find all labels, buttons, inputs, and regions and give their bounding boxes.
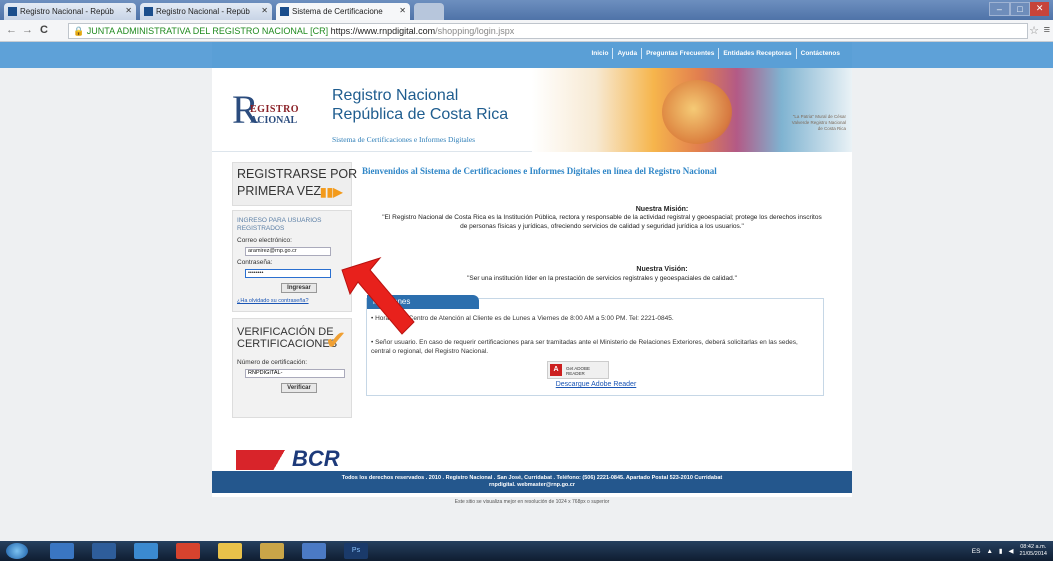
window-controls: – □ ✕ bbox=[989, 2, 1050, 16]
cert-number-field[interactable]: RNPDIGITAL- bbox=[245, 369, 345, 378]
ev-certificate-label: JUNTA ADMINISTRATIVA DEL REGISTRO NACION… bbox=[86, 26, 329, 36]
photoshop-icon[interactable]: Ps bbox=[344, 543, 368, 559]
nav-link-inicio[interactable]: Inicio bbox=[587, 48, 612, 59]
footer-email: rnpdigital. webmaster@rnp.go.cr bbox=[488, 482, 576, 488]
site-title: Registro Nacional bbox=[332, 87, 459, 104]
vision-text: "Ser una institución líder en la prestac… bbox=[467, 275, 737, 282]
email-field[interactable]: aramirez@rnp.go.cr bbox=[245, 247, 331, 256]
nav-link-preguntas[interactable]: Preguntas Frecuentes bbox=[641, 48, 718, 59]
tab-title: Sistema de Certificacione bbox=[292, 7, 383, 16]
bcr-logo-text: BCR bbox=[292, 446, 340, 471]
folder-icon[interactable] bbox=[218, 543, 242, 559]
bookmark-star-icon[interactable]: ☆ bbox=[1029, 24, 1039, 37]
browser-tab[interactable]: Registro Nacional - Repúb ✕ bbox=[4, 3, 136, 20]
tab-title: Registro Nacional - Repúb bbox=[156, 7, 250, 16]
photos-icon[interactable] bbox=[260, 543, 284, 559]
site-favicon-icon bbox=[144, 7, 153, 16]
site-subtitle: República de Costa Rica bbox=[332, 106, 509, 123]
foreign-ministry-notice: • Señor usuario. En caso de requerir cer… bbox=[371, 339, 798, 355]
forward-arrow-icon[interactable]: → bbox=[22, 24, 33, 36]
verification-panel: VERIFICACIÓN DE CERTIFICACIONES ✔ Número… bbox=[232, 318, 352, 418]
site-tagline: Sistema de Certificaciones e Informes Di… bbox=[332, 135, 476, 144]
verify-line1: VERIFICACIÓN DE bbox=[237, 326, 334, 338]
header-mural-image: "La Patria" Mural de César Valverde Regi… bbox=[532, 68, 852, 152]
clock[interactable]: 08:42 a.m. 21/05/2014 bbox=[1019, 544, 1047, 558]
cert-number-label: Número de certificación: bbox=[237, 359, 308, 366]
adobe-reader-link[interactable]: Descargue Adobe Reader bbox=[367, 381, 825, 388]
close-tab-icon[interactable]: ✕ bbox=[261, 6, 268, 15]
register-line1: REGISTRARSE POR bbox=[237, 167, 358, 181]
media-player-icon[interactable] bbox=[92, 543, 116, 559]
site-container: Inicio Ayuda Preguntas Frecuentes Entida… bbox=[212, 42, 852, 497]
volume-icon[interactable]: ◀ bbox=[1008, 547, 1013, 555]
browser-menu-icon[interactable]: ≡ bbox=[1044, 24, 1050, 36]
close-tab-icon[interactable]: ✕ bbox=[399, 6, 406, 15]
back-arrow-icon[interactable]: ← bbox=[6, 24, 17, 36]
email-label: Correo electrónico: bbox=[237, 237, 292, 244]
footer-copyright: Todos los derechos reservados . 2010 . R… bbox=[341, 475, 723, 481]
address-bar-row: ← → C 🔒 JUNTA ADMINISTRATIVA DEL REGISTR… bbox=[0, 20, 1053, 42]
register-line2: PRIMERA VEZ bbox=[237, 184, 322, 198]
resolution-note: Este sitio se visualiza mejor en resoluc… bbox=[454, 499, 610, 505]
adobe-reader-badge[interactable]: A Get ADOBE READER bbox=[547, 361, 609, 379]
close-window-icon[interactable]: ✕ bbox=[1030, 2, 1050, 16]
nav-link-entidades[interactable]: Entidades Receptoras bbox=[718, 48, 795, 59]
maximize-icon[interactable]: □ bbox=[1009, 2, 1031, 16]
network-icon[interactable]: ▮ bbox=[999, 547, 1003, 555]
close-tab-icon[interactable]: ✕ bbox=[125, 6, 132, 15]
password-label: Contraseña: bbox=[237, 259, 273, 266]
site-favicon-icon bbox=[8, 7, 17, 16]
pdf-icon: A bbox=[550, 364, 562, 376]
word-icon[interactable] bbox=[302, 543, 326, 559]
top-navigation: Inicio Ayuda Preguntas Frecuentes Entida… bbox=[212, 42, 852, 68]
certificaciones-panel: ificaciones • Horario del Centro de Aten… bbox=[366, 295, 825, 396]
welcome-heading: Bienvenidos al Sistema de Certificacione… bbox=[362, 166, 717, 176]
site-footer: Todos los derechos reservados . 2010 . R… bbox=[212, 471, 852, 493]
adobe-badge-text: Get ADOBE READER bbox=[566, 366, 591, 376]
app-icon[interactable] bbox=[134, 543, 158, 559]
login-submit-button[interactable]: Ingresar bbox=[281, 283, 317, 293]
url-host: https://www.rnpdigital.com bbox=[330, 26, 436, 36]
url-field[interactable]: 🔒 JUNTA ADMINISTRATIVA DEL REGISTRO NACI… bbox=[68, 23, 1028, 39]
registro-nacional-logo[interactable]: R EGISTRO ACIONAL bbox=[232, 90, 308, 144]
reload-icon[interactable]: C bbox=[40, 24, 48, 36]
nav-link-contactenos[interactable]: Contáctenos bbox=[795, 48, 844, 59]
site-header: R EGISTRO ACIONAL Registro Nacional Repú… bbox=[212, 68, 852, 152]
password-field[interactable]: •••••••• bbox=[245, 269, 331, 278]
new-tab-button[interactable] bbox=[414, 3, 444, 20]
verify-submit-button[interactable]: Verificar bbox=[281, 383, 317, 393]
lock-icon: 🔒 bbox=[73, 26, 85, 36]
url-path: /shopping/login.jspx bbox=[435, 26, 515, 36]
chrome-icon[interactable] bbox=[176, 543, 200, 559]
register-first-time-button[interactable]: REGISTRARSE POR PRIMERA VEZ ▮▮▶ bbox=[232, 162, 357, 206]
mission-heading: Nuestra Misión: bbox=[635, 206, 689, 213]
mural-caption: "La Patria" Mural de César Valverde Regi… bbox=[791, 114, 846, 131]
internet-explorer-icon[interactable] bbox=[50, 543, 74, 559]
login-heading: INGRESO PARA USUARIOS REGISTRADOS bbox=[237, 217, 322, 232]
language-indicator[interactable]: ES bbox=[972, 548, 981, 555]
system-tray: ES ▲ ▮ ◀ 08:42 a.m. 21/05/2014 bbox=[972, 544, 1047, 558]
forgot-password-link[interactable]: ¿Ha olvidado su contraseña? bbox=[237, 298, 309, 304]
orange-arrow-icon: ▮▮▶ bbox=[320, 185, 343, 199]
start-button-icon[interactable] bbox=[6, 543, 28, 559]
mission-text: "El Registro Nacional de Costa Rica es l… bbox=[382, 214, 822, 230]
vision-heading: Nuestra Visión: bbox=[636, 266, 688, 273]
windows-taskbar: Ps ES ▲ ▮ ◀ 08:42 a.m. 21/05/2014 bbox=[0, 541, 1053, 561]
nav-link-ayuda[interactable]: Ayuda bbox=[612, 48, 641, 59]
minimize-icon[interactable]: – bbox=[989, 2, 1010, 16]
red-pointer-arrow-icon bbox=[341, 257, 415, 335]
browser-tab-bar: Registro Nacional - Repúb ✕ Registro Nac… bbox=[0, 0, 1053, 20]
tray-arrow-icon[interactable]: ▲ bbox=[986, 548, 992, 555]
clock-time: 08:42 a.m. bbox=[1020, 544, 1047, 550]
clock-date: 21/05/2014 bbox=[1019, 551, 1047, 557]
browser-tab-active[interactable]: Sistema de Certificacione ✕ bbox=[276, 3, 410, 20]
site-favicon-icon bbox=[280, 7, 289, 16]
tab-title: Registro Nacional - Repúb bbox=[20, 7, 114, 16]
login-panel: INGRESO PARA USUARIOS REGISTRADOS Correo… bbox=[232, 210, 352, 312]
browser-tab[interactable]: Registro Nacional - Repúb ✕ bbox=[140, 3, 272, 20]
hours-notice: • Horario del Centro de Atención al Clie… bbox=[371, 315, 674, 322]
verify-line2: CERTIFICACIONES bbox=[237, 338, 338, 350]
